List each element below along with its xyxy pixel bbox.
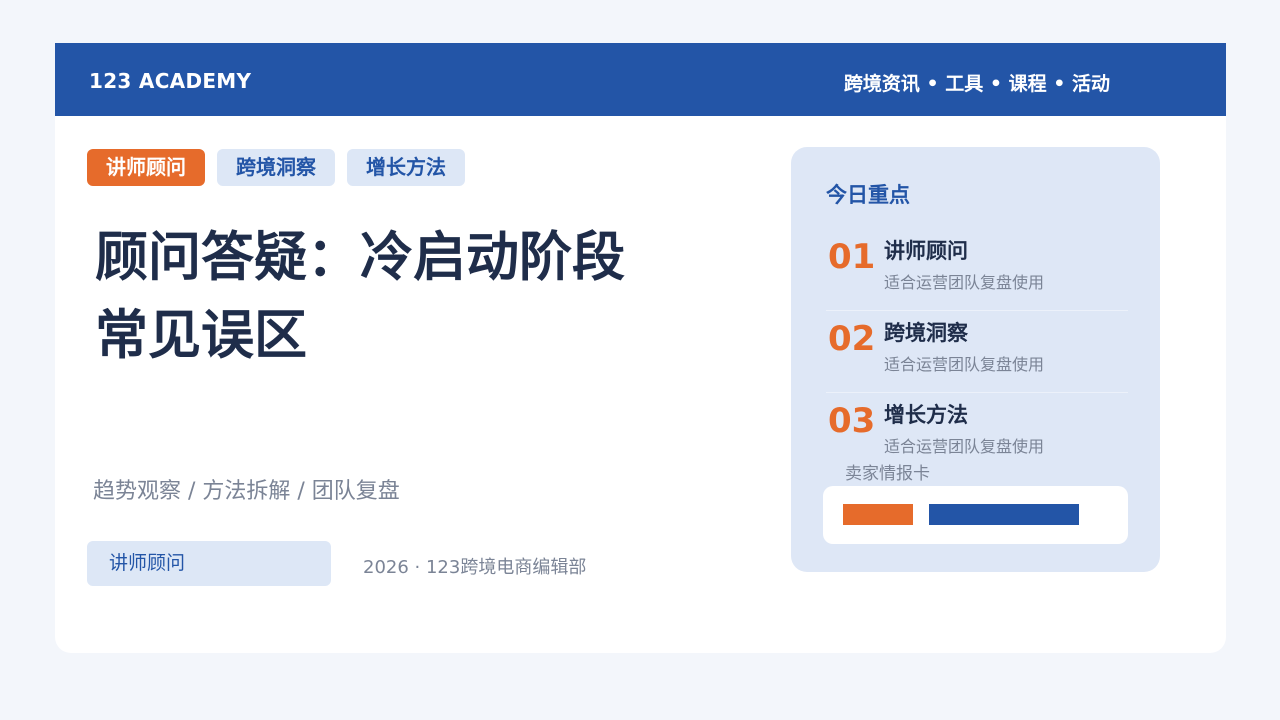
- publish-meta: 2026 · 123跨境电商编辑部: [363, 557, 587, 578]
- top-bar: 123 ACADEMY 跨境资讯 • 工具 • 课程 • 活动: [55, 43, 1226, 116]
- brand-logo[interactable]: 123 ACADEMY: [89, 69, 251, 93]
- item-desc: 适合运营团队复盘使用: [884, 437, 1045, 456]
- subtitle: 趋势观察 / 方法拆解 / 团队复盘: [93, 479, 400, 504]
- item-number: 01: [828, 237, 876, 277]
- category-pill[interactable]: 讲师顾问: [87, 541, 331, 586]
- tag-list: 讲师顾问 跨境洞察 增长方法: [87, 149, 465, 186]
- title-line-2: 常见误区: [95, 305, 307, 366]
- title-line-1: 顾问答疑：冷启动阶段: [95, 227, 625, 288]
- orange-bar: [843, 504, 913, 525]
- item-title: 跨境洞察: [884, 321, 968, 345]
- highlight-item[interactable]: 01 讲师顾问 适合运营团队复盘使用: [826, 229, 1128, 311]
- cover-card: 123 ACADEMY 跨境资讯 • 工具 • 课程 • 活动 讲师顾问 跨境洞…: [55, 43, 1226, 653]
- blue-bar: [929, 504, 1079, 525]
- top-nav[interactable]: 跨境资讯 • 工具 • 课程 • 活动: [844, 69, 1110, 96]
- item-desc: 适合运营团队复盘使用: [884, 355, 1045, 374]
- item-title: 讲师顾问: [884, 239, 968, 263]
- tag-insight[interactable]: 跨境洞察: [217, 149, 335, 186]
- tag-growth[interactable]: 增长方法: [347, 149, 465, 186]
- tag-lecturer[interactable]: 讲师顾问: [87, 149, 205, 186]
- info-card[interactable]: [823, 486, 1128, 544]
- item-title: 增长方法: [884, 403, 968, 427]
- item-desc: 适合运营团队复盘使用: [884, 273, 1045, 292]
- info-card-label: 卖家情报卡: [845, 464, 930, 484]
- item-number: 03: [828, 401, 876, 441]
- highlights-panel: 今日重点 01 讲师顾问 适合运营团队复盘使用 02 跨境洞察 适合运营团队复盘…: [791, 147, 1160, 572]
- page-title: 顾问答疑：冷启动阶段 常见误区: [95, 219, 735, 375]
- highlight-item[interactable]: 02 跨境洞察 适合运营团队复盘使用: [826, 311, 1128, 393]
- panel-title: 今日重点: [826, 183, 910, 207]
- item-number: 02: [828, 319, 876, 359]
